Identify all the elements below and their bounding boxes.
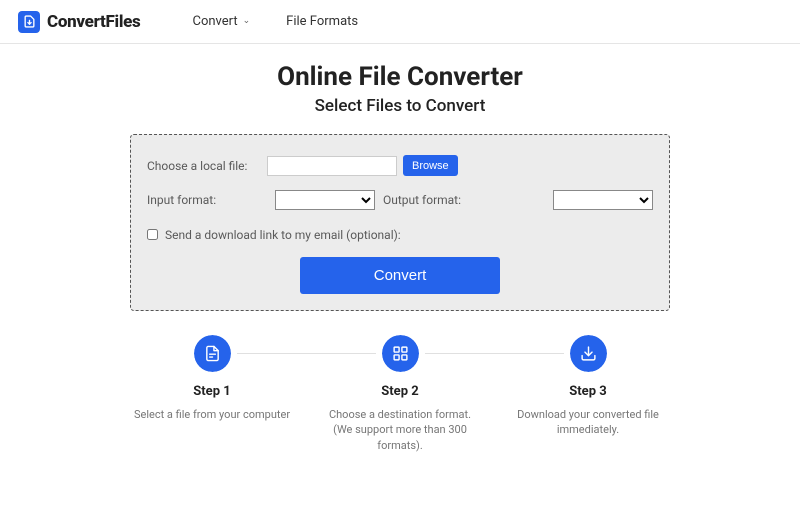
email-checkbox[interactable] [147, 229, 158, 240]
page-subtitle: Select Files to Convert [0, 96, 800, 116]
step-3: Step 3 Download your converted file imme… [506, 335, 670, 453]
file-icon [194, 335, 231, 372]
output-format-label: Output format: [383, 193, 461, 207]
convert-button[interactable]: Convert [300, 257, 500, 294]
page-title: Online File Converter [0, 62, 800, 92]
nav-file-formats[interactable]: File Formats [286, 14, 358, 29]
step-1-desc: Select a file from your computer [130, 407, 294, 422]
step-2: Step 2 Choose a destination format. (We … [318, 335, 482, 453]
brand-name: ConvertFiles [47, 12, 140, 32]
logo-icon [18, 11, 40, 33]
step-2-desc: Choose a destination format. (We support… [318, 407, 482, 453]
grid-icon [382, 335, 419, 372]
step-1: Step 1 Select a file from your computer [130, 335, 294, 453]
email-checkbox-label: Send a download link to my email (option… [165, 228, 401, 242]
nav-convert-label: Convert [192, 14, 237, 29]
convert-wrap: Convert [147, 257, 653, 294]
header: ConvertFiles Convert ⌄ File Formats [0, 0, 800, 44]
step-3-title: Step 3 [506, 384, 670, 399]
email-row: Send a download link to my email (option… [147, 224, 653, 243]
download-icon [570, 335, 607, 372]
file-input[interactable] [267, 156, 397, 176]
steps: Step 1 Select a file from your computer … [130, 335, 670, 453]
choose-file-label: Choose a local file: [147, 159, 267, 173]
choose-file-row: Choose a local file: Browse [147, 155, 653, 176]
chevron-down-icon: ⌄ [243, 17, 251, 26]
output-format-select[interactable] [553, 190, 653, 210]
step-3-desc: Download your converted file immediately… [506, 407, 670, 438]
format-row: Input format: Output format: [147, 190, 653, 210]
step-1-title: Step 1 [130, 384, 294, 399]
input-format-label: Input format: [147, 193, 267, 207]
input-format-select[interactable] [275, 190, 375, 210]
main-nav: Convert ⌄ File Formats [192, 14, 358, 29]
logo[interactable]: ConvertFiles [18, 11, 140, 33]
nav-formats-label: File Formats [286, 14, 358, 29]
nav-convert[interactable]: Convert ⌄ [192, 14, 250, 29]
convert-panel: Choose a local file: Browse Input format… [130, 134, 670, 311]
step-2-title: Step 2 [318, 384, 482, 399]
main: Online File Converter Select Files to Co… [0, 44, 800, 453]
browse-button[interactable]: Browse [403, 155, 458, 176]
